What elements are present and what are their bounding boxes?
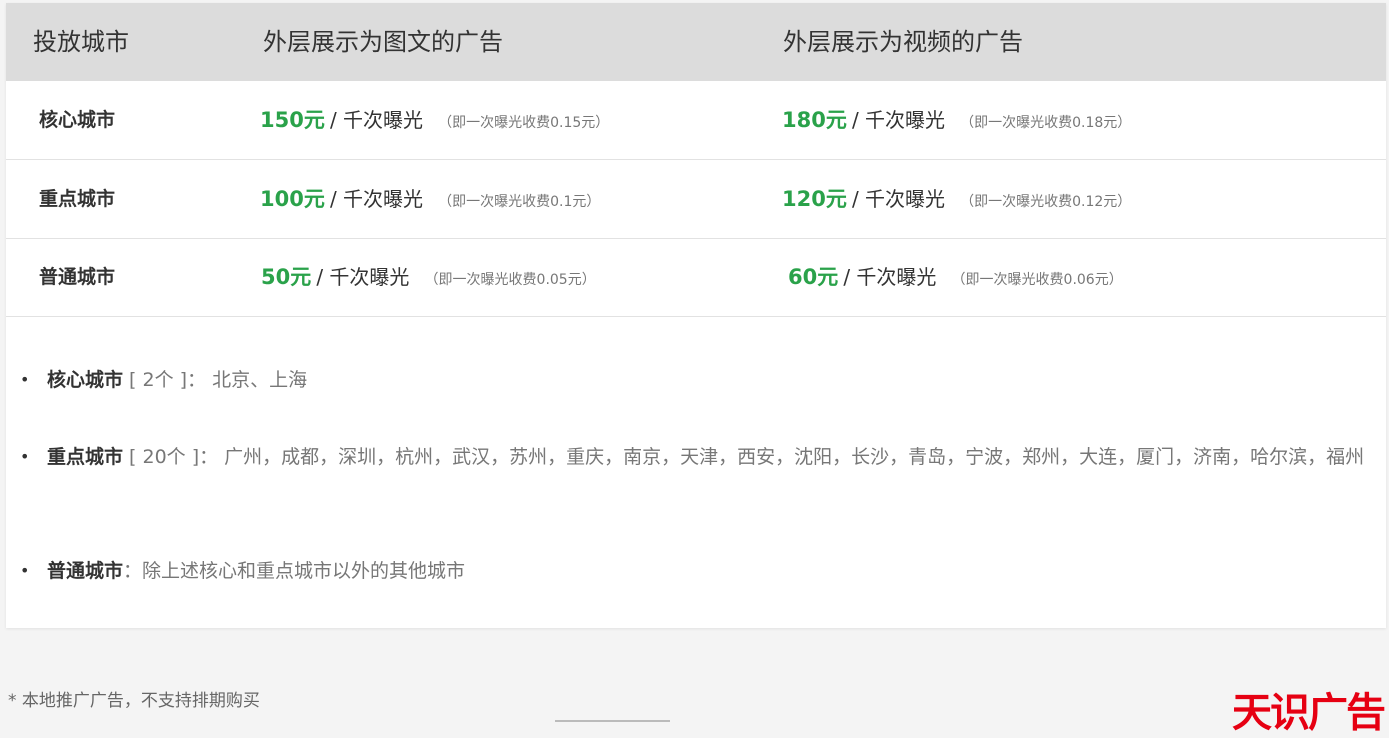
tier-detail: [ 2个 ]： 北京、上海	[123, 369, 308, 391]
bullet: •	[20, 447, 30, 466]
image-price: 50元	[261, 265, 312, 289]
tier-detail: ：除上述核心和重点城市以外的其他城市	[123, 560, 466, 582]
image-price: 100元	[260, 187, 325, 211]
video-price: 60元	[788, 265, 839, 289]
bullet: •	[20, 561, 30, 580]
image-unit: / 千次曝光	[329, 108, 424, 132]
table-row: 核心城市 150元 / 千次曝光 （即一次曝光收费0.15元） 180元 / 千…	[6, 81, 1386, 160]
video-price: 180元	[782, 108, 847, 132]
image-price-cell: 150元 / 千次曝光 （即一次曝光收费0.15元）	[260, 81, 609, 159]
video-unit: / 千次曝光	[843, 265, 937, 289]
video-price-cell: 60元 / 千次曝光 （即一次曝光收费0.06元）	[788, 238, 1123, 316]
video-price: 120元	[782, 187, 847, 211]
image-note: （即一次曝光收费0.15元）	[438, 115, 610, 131]
video-note: （即一次曝光收费0.12元）	[960, 194, 1132, 210]
image-note: （即一次曝光收费0.1元）	[438, 194, 601, 210]
tier-label: 普通城市	[47, 560, 124, 582]
image-price-cell: 100元 / 千次曝光 （即一次曝光收费0.1元）	[260, 160, 600, 238]
row-city: 普通城市	[39, 266, 116, 288]
image-unit: / 千次曝光	[329, 187, 424, 211]
bullet: •	[20, 370, 30, 389]
video-price-cell: 120元 / 千次曝光 （即一次曝光收费0.12元）	[782, 160, 1131, 238]
tier-label: 重点城市	[47, 446, 124, 468]
pricing-card: 投放城市 外层展示为图文的广告 外层展示为视频的广告 核心城市 150元 / 千…	[6, 3, 1386, 628]
image-price-cell: 50元 / 千次曝光 （即一次曝光收费0.05元）	[261, 238, 596, 316]
table-header: 投放城市 外层展示为图文的广告 外层展示为视频的广告	[6, 3, 1386, 81]
row-city: 重点城市	[39, 188, 116, 210]
tier-detail: [ 20个 ]： 广州，成都，深圳，杭州，武汉，苏州，重庆，南京，天津，西安，沈…	[123, 446, 1365, 468]
header-image-ad: 外层展示为图文的广告	[263, 28, 503, 56]
image-unit: / 千次曝光	[316, 265, 410, 289]
video-unit: / 千次曝光	[851, 187, 946, 211]
scroll-indicator	[555, 720, 670, 722]
header-video-ad: 外层展示为视频的广告	[783, 28, 1023, 56]
tier-label: 核心城市	[47, 369, 124, 391]
footnote: * 本地推广广告，不支持排期购买	[8, 691, 260, 711]
header-city: 投放城市	[33, 28, 129, 56]
video-note: （即一次曝光收费0.06元）	[951, 272, 1123, 288]
image-note: （即一次曝光收费0.05元）	[424, 272, 596, 288]
image-price: 150元	[260, 108, 325, 132]
table-row: 普通城市 50元 / 千次曝光 （即一次曝光收费0.05元） 60元 / 千次曝…	[6, 238, 1386, 317]
row-city: 核心城市	[39, 109, 116, 131]
video-note: （即一次曝光收费0.18元）	[960, 115, 1132, 131]
watermark-logo: 天识广告	[1232, 690, 1386, 736]
video-price-cell: 180元 / 千次曝光 （即一次曝光收费0.18元）	[782, 81, 1131, 159]
video-unit: / 千次曝光	[851, 108, 946, 132]
table-row: 重点城市 100元 / 千次曝光 （即一次曝光收费0.1元） 120元 / 千次…	[6, 160, 1386, 239]
